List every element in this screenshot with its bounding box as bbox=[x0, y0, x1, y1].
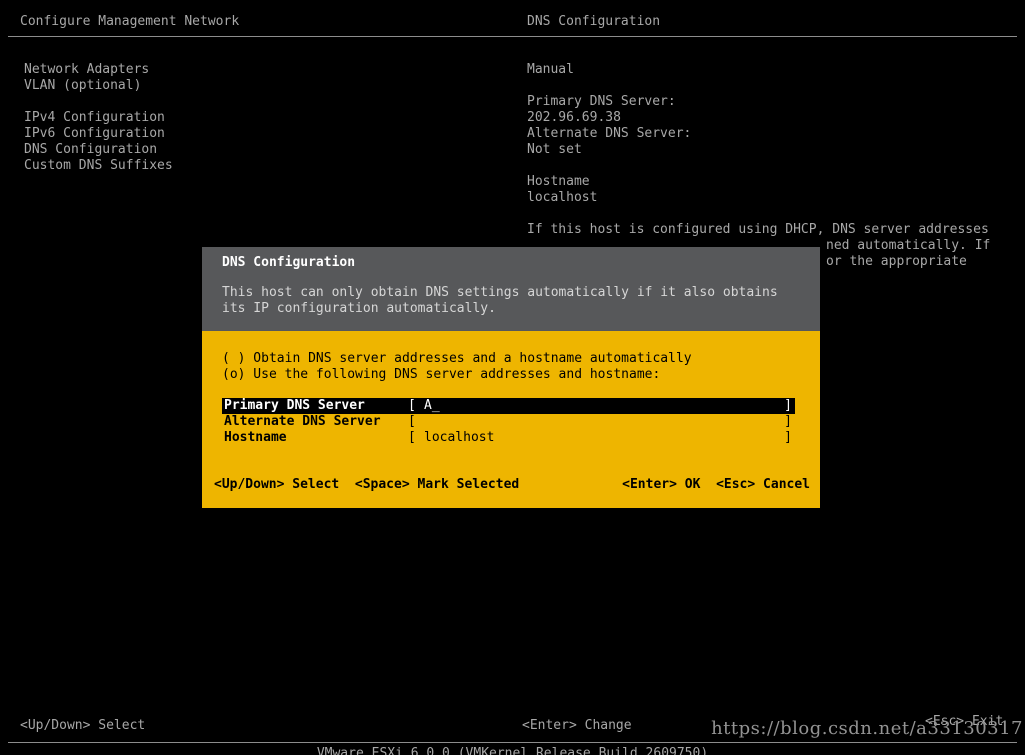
menu-item-network-adapters[interactable]: Network Adapters bbox=[24, 62, 149, 78]
field-row-hostname[interactable]: Hostname [ localhost ] bbox=[222, 430, 795, 446]
alternate-dns-label: Alternate DNS Server: bbox=[527, 126, 691, 142]
menu-item-ipv6-configuration[interactable]: IPv6 Configuration bbox=[24, 126, 165, 142]
footer-divider bbox=[8, 742, 1017, 743]
primary-dns-value: 202.96.69.38 bbox=[527, 110, 621, 126]
footer-hint-change: <Enter> Change bbox=[522, 718, 632, 734]
field-label: Hostname bbox=[224, 430, 287, 446]
field-row-primary-dns[interactable]: Primary DNS Server [ A_ ] bbox=[222, 398, 795, 414]
bracket-close-icon: ] bbox=[784, 414, 792, 430]
version-banner: VMware ESXi 6.0.0 (VMKernel Release Buil… bbox=[317, 746, 708, 755]
dialog-title: DNS Configuration bbox=[222, 255, 355, 271]
header-divider bbox=[8, 36, 1017, 37]
radio-use-following-dns[interactable]: (o) Use the following DNS server address… bbox=[222, 367, 660, 383]
primary-dns-input[interactable]: A_ bbox=[424, 398, 440, 414]
dialog-description-line1: This host can only obtain DNS settings a… bbox=[222, 285, 778, 301]
dns-configuration-dialog: DNS Configuration This host can only obt… bbox=[200, 245, 822, 510]
field-row-alternate-dns[interactable]: Alternate DNS Server [ ] bbox=[222, 414, 795, 430]
dialog-hints-right: <Enter> OK <Esc> Cancel bbox=[622, 477, 810, 493]
footer-hint-select: <Up/Down> Select bbox=[20, 718, 145, 734]
dhcp-note-line1: If this host is configured using DHCP, D… bbox=[527, 222, 989, 238]
dhcp-note-line2-fragment: ned automatically. If bbox=[826, 238, 990, 254]
field-label: Primary DNS Server bbox=[224, 398, 365, 414]
bracket-open-icon: [ bbox=[408, 398, 416, 414]
page-title: Configure Management Network bbox=[20, 14, 239, 30]
dhcp-note-line3-fragment: or the appropriate bbox=[826, 254, 967, 270]
hostname-label: Hostname bbox=[527, 174, 590, 190]
menu-item-ipv4-configuration[interactable]: IPv4 Configuration bbox=[24, 110, 165, 126]
dialog-key-hints: <Up/Down> Select <Space> Mark Selected <… bbox=[214, 477, 810, 493]
dns-mode-value: Manual bbox=[527, 62, 574, 78]
bracket-close-icon: ] bbox=[784, 398, 792, 414]
dialog-description-line2: its IP configuration automatically. bbox=[222, 301, 496, 317]
section-title: DNS Configuration bbox=[527, 14, 660, 30]
primary-dns-label: Primary DNS Server: bbox=[527, 94, 676, 110]
watermark: https://blog.csdn.net/a33130317 bbox=[711, 721, 1023, 737]
bracket-open-icon: [ bbox=[408, 430, 416, 446]
field-label: Alternate DNS Server bbox=[224, 414, 381, 430]
dialog-header: DNS Configuration This host can only obt… bbox=[202, 247, 820, 331]
alternate-dns-value: Not set bbox=[527, 142, 582, 158]
bracket-open-icon: [ bbox=[408, 414, 416, 430]
radio-obtain-dns-automatically[interactable]: ( ) Obtain DNS server addresses and a ho… bbox=[222, 351, 692, 367]
hostname-input[interactable]: localhost bbox=[424, 430, 494, 446]
dialog-hints-left: <Up/Down> Select <Space> Mark Selected bbox=[214, 477, 519, 493]
bracket-close-icon: ] bbox=[784, 430, 792, 446]
hostname-value: localhost bbox=[527, 190, 597, 206]
menu-item-vlan[interactable]: VLAN (optional) bbox=[24, 78, 141, 94]
menu-item-dns-configuration[interactable]: DNS Configuration bbox=[24, 142, 157, 158]
dcui-screen: Configure Management Network DNS Configu… bbox=[0, 0, 1025, 755]
menu-item-custom-dns-suffixes[interactable]: Custom DNS Suffixes bbox=[24, 158, 173, 174]
